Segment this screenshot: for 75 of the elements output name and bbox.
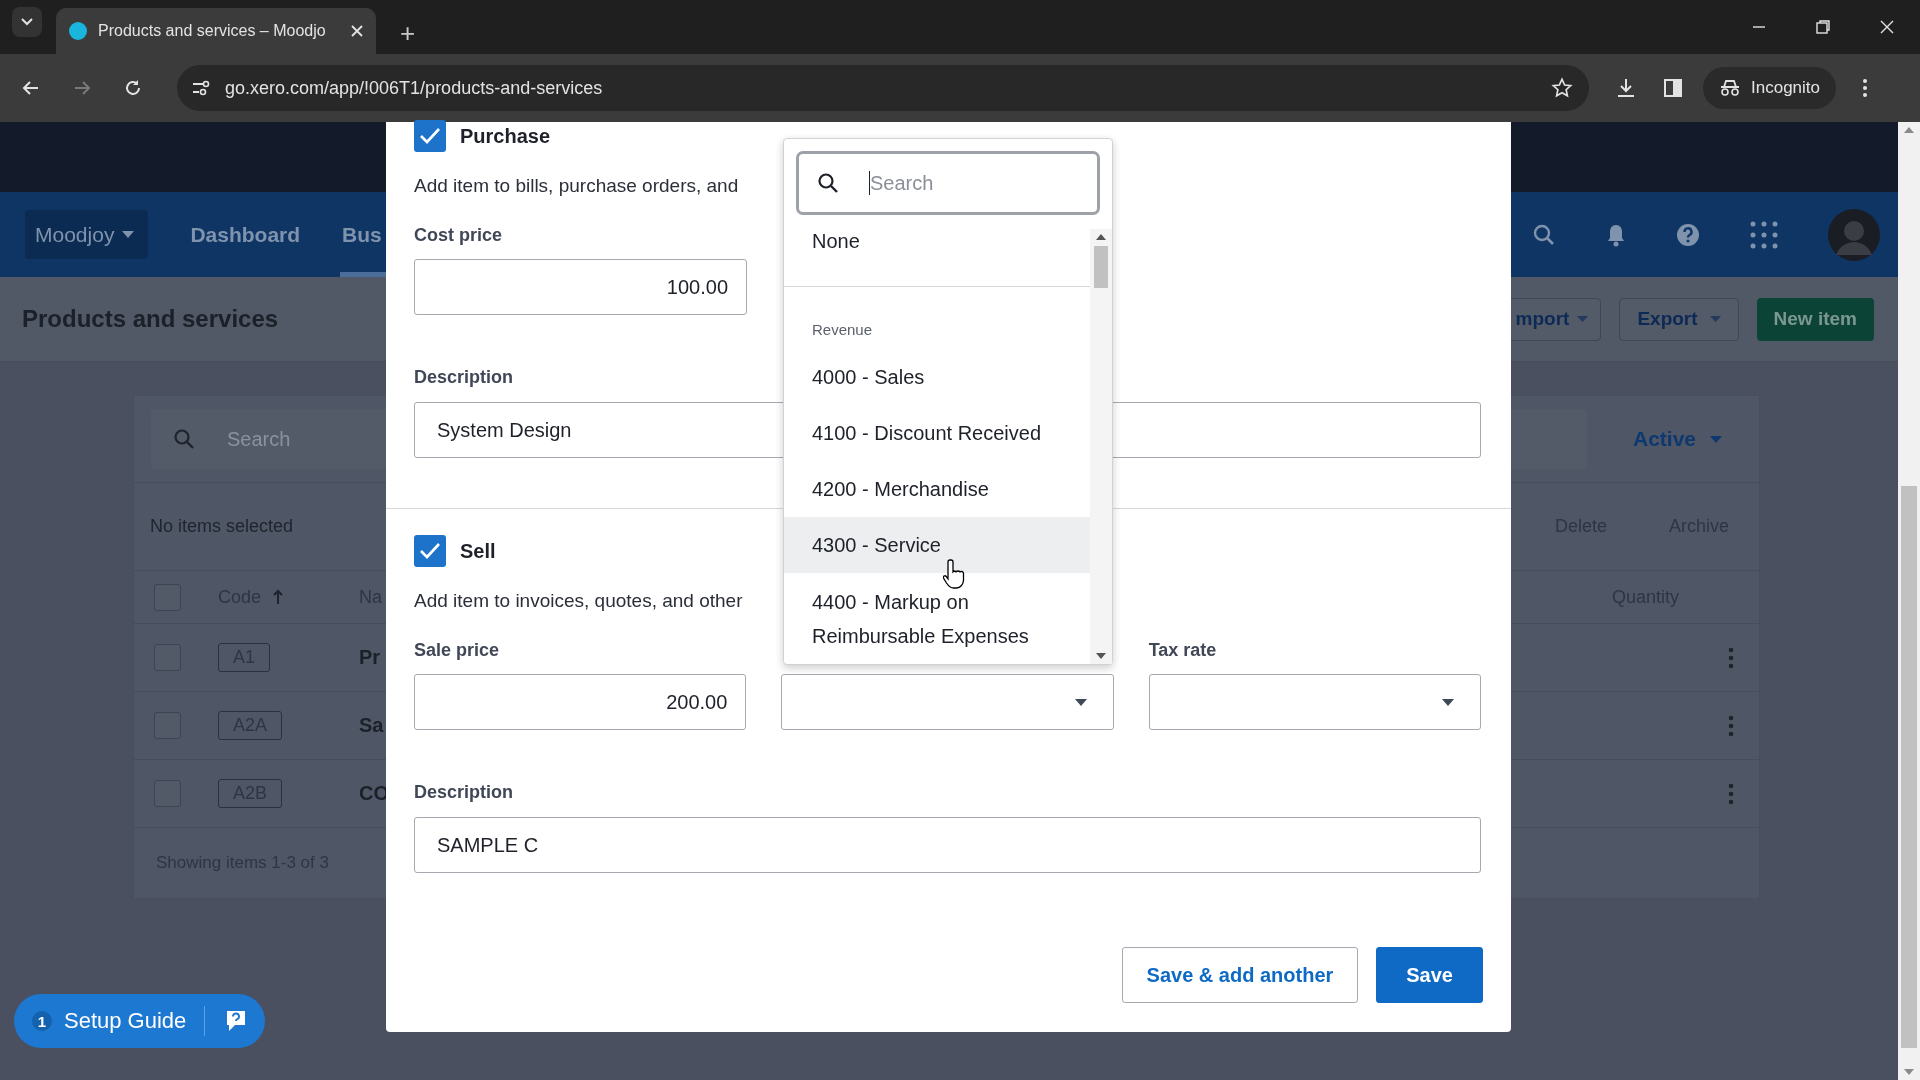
caret-icon: [122, 231, 135, 238]
new-tab-button[interactable]: +: [400, 20, 416, 46]
dropdown-option[interactable]: 4400 - Markup on Reimbursable Expenses: [784, 573, 1090, 653]
address-bar[interactable]: go.xero.com/app/!006T1/products-and-services: [177, 65, 1589, 111]
more-icon[interactable]: [1728, 782, 1734, 805]
section-label: Sell: [460, 539, 496, 563]
url-text: go.xero.com/app/!006T1/products-and-services: [225, 77, 603, 99]
dropdown-option[interactable]: 4100 - Discount Received: [784, 405, 1090, 461]
hand-cursor-icon: [943, 558, 967, 590]
setup-guide-button[interactable]: 1 Setup Guide: [14, 994, 266, 1048]
page-title: Products and services: [22, 305, 279, 333]
site-info-icon: [191, 79, 211, 97]
bell-icon[interactable]: [1606, 222, 1626, 247]
section-hint: Add item to invoices, quotes, and other: [414, 590, 743, 612]
dropdown-option[interactable]: 4300 - Service: [784, 517, 1090, 573]
caret-icon: [21, 17, 33, 26]
table-cell: Pr: [359, 646, 381, 669]
help-icon[interactable]: [1676, 222, 1700, 247]
price-field[interactable]: 200.00: [414, 674, 747, 730]
dropdown-option[interactable]: 4200 - Merchandise: [784, 461, 1090, 517]
incognito-icon: [1719, 79, 1741, 97]
menu-icon[interactable]: [1862, 78, 1868, 98]
search-icon: [173, 428, 195, 450]
side-panel-icon[interactable]: [1663, 78, 1683, 98]
close-icon[interactable]: [350, 24, 364, 38]
nav-tab[interactable]: Dashboard: [188, 192, 303, 277]
selection-status: No items selected: [150, 516, 294, 537]
caret-icon: [1709, 316, 1721, 322]
section-label: Purchase: [460, 124, 551, 148]
search-icon[interactable]: [1532, 222, 1556, 247]
more-icon[interactable]: [1728, 646, 1734, 669]
scroll-down-icon[interactable]: [1904, 1068, 1914, 1076]
star-icon[interactable]: [1551, 77, 1573, 99]
download-icon[interactable]: [1615, 77, 1637, 99]
description-field[interactable]: SAMPLE C: [414, 817, 1481, 873]
caret-icon: [1074, 698, 1087, 706]
scroll-down-icon[interactable]: [1096, 653, 1106, 660]
scroll-up-icon[interactable]: [1904, 126, 1914, 134]
account-select[interactable]: [781, 674, 1114, 730]
restore-icon[interactable]: [1815, 19, 1831, 35]
incognito-button[interactable]: Incognito: [1703, 67, 1836, 109]
close-icon[interactable]: [1879, 19, 1895, 35]
checkbox[interactable]: [414, 120, 446, 152]
apps-grid-icon[interactable]: [1750, 220, 1778, 249]
organisation-menu[interactable]: Moodjoy: [25, 210, 149, 259]
caret-icon: [1442, 698, 1454, 706]
more-icon[interactable]: [1728, 714, 1734, 737]
browser-tab[interactable]: Products and services – Moodjo: [56, 8, 376, 54]
reload-icon[interactable]: [123, 78, 143, 98]
scrollbar-thumb[interactable]: [1901, 486, 1917, 1048]
scroll-up-icon[interactable]: [1096, 233, 1106, 240]
dialog-button[interactable]: Save & add another: [1121, 947, 1359, 1003]
check-icon: [418, 541, 442, 561]
new-item-button[interactable]: New item: [1756, 297, 1874, 341]
checkbox[interactable]: [414, 535, 446, 567]
search-icon: [817, 172, 839, 194]
field-label: Tax rate: [1148, 640, 1217, 662]
field-label: Description: [414, 782, 514, 804]
tax-rate-select[interactable]: [1148, 674, 1481, 730]
tab-title: Products and services – Moodjo: [98, 22, 327, 40]
tab-list-button[interactable]: [12, 6, 42, 37]
caret-icon: [1710, 435, 1722, 443]
check-icon: [418, 126, 442, 146]
table-cell: Sa: [359, 714, 384, 737]
favicon-icon: [68, 21, 88, 41]
field-label: Sale price: [414, 640, 500, 662]
scrollbar-thumb[interactable]: [1094, 246, 1108, 288]
group-heading: Revenue: [811, 319, 874, 340]
caret-icon: [1577, 316, 1589, 322]
search-field[interactable]: Search: [796, 151, 1100, 215]
dropdown-option[interactable]: 4000 - Sales: [784, 349, 1090, 405]
price-field[interactable]: 100.00: [414, 259, 747, 315]
field-label: Description: [414, 367, 514, 389]
sort-up-icon: [273, 589, 284, 605]
dialog-button[interactable]: Save: [1376, 947, 1483, 1003]
